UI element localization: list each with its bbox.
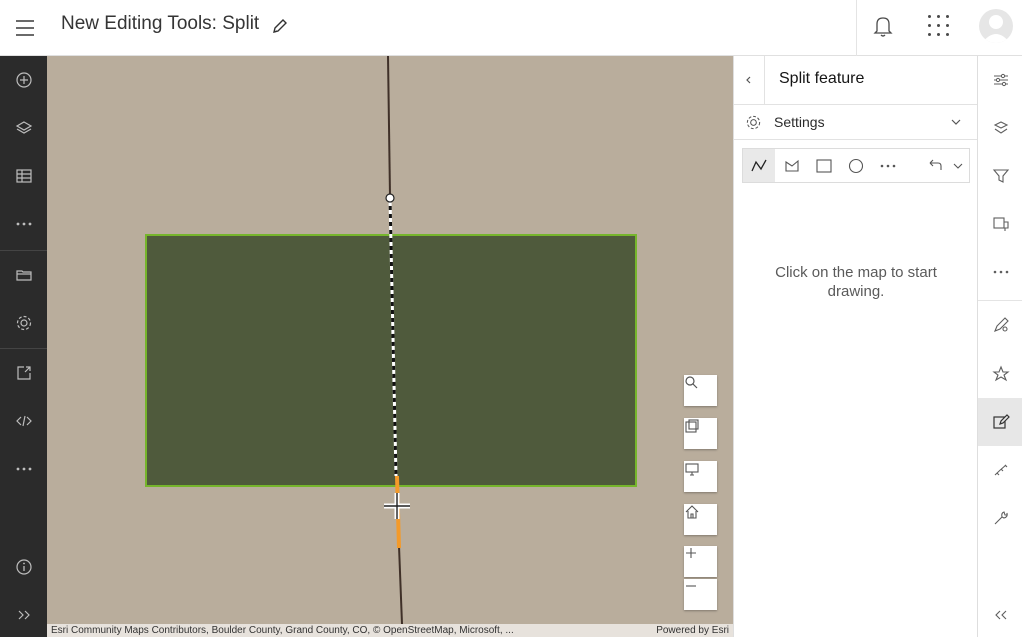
right-action-bar bbox=[977, 56, 1022, 637]
back-button[interactable] bbox=[734, 56, 765, 104]
user-icon bbox=[982, 15, 1010, 43]
more-icon[interactable] bbox=[0, 445, 47, 493]
collapse-icon[interactable] bbox=[978, 591, 1022, 639]
minus-icon bbox=[686, 585, 696, 587]
panel-title: Split feature bbox=[779, 70, 865, 87]
zoom-out-button[interactable] bbox=[684, 579, 717, 610]
info-icon[interactable] bbox=[0, 543, 47, 591]
bell-icon[interactable] bbox=[870, 13, 896, 41]
basemap-gallery-button[interactable] bbox=[684, 418, 717, 449]
popups-icon[interactable] bbox=[978, 200, 1022, 248]
more-icon bbox=[880, 164, 896, 167]
fullscreen-button[interactable] bbox=[684, 461, 717, 492]
crosshair-cursor-icon bbox=[384, 493, 410, 519]
draw-tools-toolbar bbox=[742, 148, 970, 183]
chevron-left-icon bbox=[746, 76, 751, 84]
settings-expander[interactable]: Settings bbox=[734, 105, 977, 140]
panel-header: Split feature bbox=[734, 56, 977, 105]
polygon-icon bbox=[785, 159, 799, 172]
attribution-text: Esri Community Maps Contributors, Boulde… bbox=[51, 625, 514, 636]
vertex-handle[interactable] bbox=[385, 193, 395, 203]
more-icon[interactable] bbox=[978, 248, 1022, 296]
search-icon bbox=[685, 376, 698, 389]
map-attribution: Esri Community Maps Contributors, Boulde… bbox=[47, 624, 733, 637]
app-launcher-icon[interactable] bbox=[926, 13, 952, 39]
embed-icon[interactable] bbox=[0, 397, 47, 445]
split-feature-panel: Split feature Settings Click on the map … bbox=[733, 56, 977, 637]
left-toolbar bbox=[0, 56, 47, 637]
panel-instruction: Click on the map to start drawing. bbox=[775, 264, 937, 300]
rectangle-tool[interactable] bbox=[808, 149, 840, 182]
polyline-tool[interactable] bbox=[743, 149, 775, 182]
plus-icon bbox=[686, 548, 696, 558]
pencil-icon[interactable] bbox=[270, 16, 290, 36]
search-button[interactable] bbox=[684, 375, 717, 406]
rectangle-icon bbox=[816, 158, 832, 173]
share-icon[interactable] bbox=[0, 349, 47, 397]
monitor-icon bbox=[685, 463, 699, 476]
home-icon bbox=[685, 505, 699, 519]
sketch-icon[interactable] bbox=[978, 301, 1022, 349]
more-icon[interactable] bbox=[0, 200, 47, 248]
map-view[interactable]: Esri Community Maps Contributors, Boulde… bbox=[47, 56, 733, 637]
chevron-down-icon bbox=[953, 163, 963, 169]
menu-icon[interactable] bbox=[12, 15, 38, 41]
folder-icon[interactable] bbox=[0, 251, 47, 299]
settings-icon[interactable] bbox=[0, 299, 47, 347]
expand-icon[interactable] bbox=[0, 591, 47, 639]
avatar[interactable] bbox=[979, 9, 1013, 43]
zoom-in-button[interactable] bbox=[684, 546, 717, 577]
home-button[interactable] bbox=[684, 504, 717, 535]
basemap-icon bbox=[685, 419, 699, 433]
chevron-down-icon bbox=[951, 119, 961, 125]
styles-icon[interactable] bbox=[978, 104, 1022, 152]
filter-icon[interactable] bbox=[978, 152, 1022, 200]
road-line bbox=[387, 56, 391, 197]
powered-by-link[interactable]: Powered by Esri bbox=[656, 624, 729, 637]
undo-icon bbox=[929, 159, 942, 170]
measure-icon[interactable] bbox=[978, 446, 1022, 494]
polyline-icon bbox=[751, 159, 767, 171]
circle-icon bbox=[848, 158, 864, 173]
road-line bbox=[398, 545, 403, 624]
undo-menu-button[interactable] bbox=[946, 149, 970, 182]
tools-icon[interactable] bbox=[978, 494, 1022, 542]
properties-icon[interactable] bbox=[978, 56, 1022, 104]
page-title: New Editing Tools: Split bbox=[61, 13, 260, 34]
add-icon[interactable] bbox=[0, 56, 47, 104]
circle-tool[interactable] bbox=[840, 149, 872, 182]
app-header: New Editing Tools: Split bbox=[0, 0, 1022, 56]
more-tools-button[interactable] bbox=[872, 149, 904, 182]
settings-label: Settings bbox=[774, 114, 825, 130]
table-icon[interactable] bbox=[0, 152, 47, 200]
map-canvas[interactable] bbox=[47, 56, 733, 624]
header-divider bbox=[856, 0, 857, 56]
gear-icon bbox=[746, 115, 761, 130]
smart-mapping-icon[interactable] bbox=[978, 350, 1022, 398]
layers-icon[interactable] bbox=[0, 104, 47, 152]
edit-icon[interactable] bbox=[978, 398, 1022, 446]
polygon-tool[interactable] bbox=[776, 149, 808, 182]
